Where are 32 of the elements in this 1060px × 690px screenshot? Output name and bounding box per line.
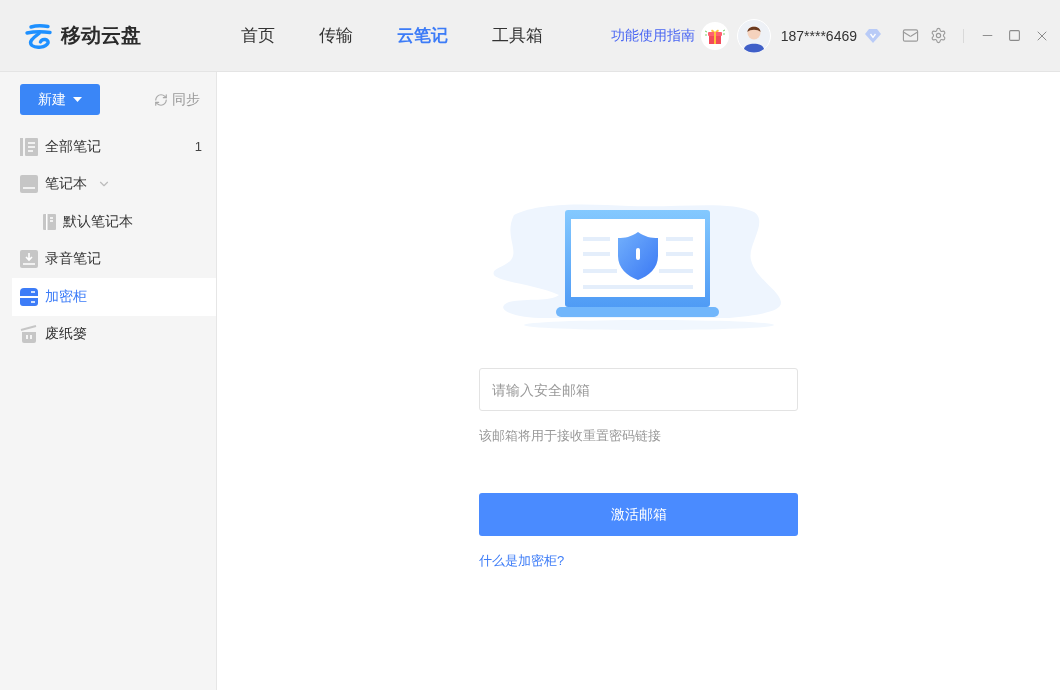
- inbox-icon: [20, 250, 38, 269]
- maximize-icon[interactable]: [1008, 29, 1021, 42]
- notebook-icon: [20, 175, 38, 194]
- guide-link[interactable]: 功能使用指南: [610, 26, 695, 45]
- email-hint: 该邮箱将用于接收重置密码链接: [479, 427, 661, 445]
- sidebar-item[interactable]: 全部笔记 1: [12, 128, 216, 166]
- phone-number: 187****6469: [780, 27, 857, 44]
- email-input[interactable]: 请输入安全邮箱: [479, 368, 798, 411]
- avatar-icon[interactable]: [736, 18, 771, 53]
- diamond-icon: [865, 28, 881, 43]
- refresh-icon: [154, 92, 168, 107]
- settings-icon[interactable]: [930, 27, 947, 44]
- drawer-icon: [20, 287, 38, 306]
- notebook-icon: [43, 213, 56, 230]
- sidebar-item[interactable]: 笔记本: [12, 165, 216, 203]
- nav-tab[interactable]: 首页: [241, 23, 275, 48]
- logo-icon: [24, 22, 52, 49]
- app-name: 移动云盘: [61, 23, 141, 48]
- nav-tab[interactable]: 工具箱: [492, 23, 543, 48]
- note-count: 1: [194, 139, 202, 155]
- document-icon: [20, 137, 38, 156]
- nav-tab[interactable]: 传输: [319, 23, 353, 48]
- gift-icon[interactable]: [700, 21, 729, 50]
- help-link[interactable]: 什么是加密柜?: [479, 552, 565, 570]
- caret-icon: [73, 97, 82, 102]
- sidebar-item[interactable]: 废纸篓: [12, 315, 216, 353]
- trash-icon: [20, 325, 38, 344]
- sidebar-item[interactable]: 默认笔记本: [12, 203, 216, 241]
- sidebar-item[interactable]: 录音笔记: [12, 240, 216, 278]
- sidebar-item[interactable]: 加密柜: [12, 278, 216, 316]
- new-button[interactable]: 新建: [20, 84, 100, 115]
- mail-icon[interactable]: [902, 27, 919, 44]
